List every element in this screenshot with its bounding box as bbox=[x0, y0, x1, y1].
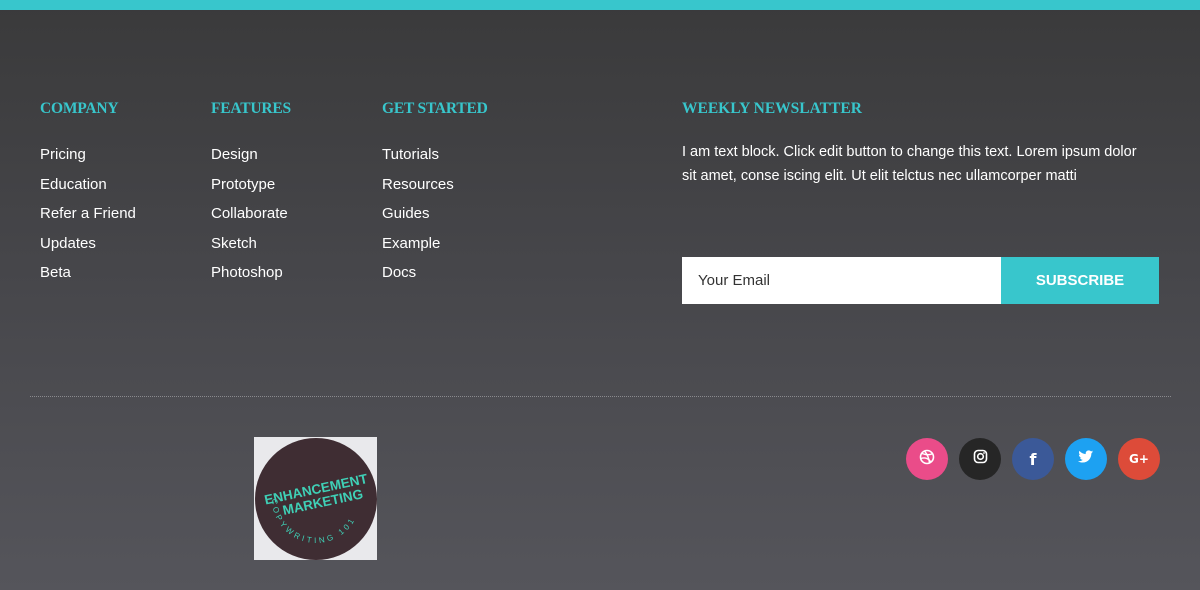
instagram-icon bbox=[973, 449, 988, 469]
enhancement-marketing-logo[interactable]: ENHANCEMENT MARKETING COPYWRITING 101 bbox=[254, 437, 377, 560]
footer-link-photoshop[interactable]: Photoshop bbox=[211, 258, 291, 288]
footer-link-collaborate[interactable]: Collaborate bbox=[211, 199, 291, 229]
column-title-features: FEATURES bbox=[211, 100, 291, 117]
footer-column-get-started: GET STARTED Tutorials Resources Guides E… bbox=[382, 98, 488, 288]
footer-link-example[interactable]: Example bbox=[382, 229, 488, 259]
newsletter-title: WEEKLY NEWSLATTER bbox=[682, 100, 862, 117]
social-instagram-button[interactable] bbox=[959, 438, 1001, 480]
footer-column-features: FEATURES Design Prototype Collaborate Sk… bbox=[211, 98, 291, 288]
subscribe-button[interactable]: SUBSCRIBE bbox=[1001, 257, 1159, 304]
top-accent-bar bbox=[0, 0, 1200, 10]
facebook-icon: f bbox=[1029, 449, 1037, 469]
social-twitter-button[interactable] bbox=[1065, 438, 1107, 480]
email-input[interactable] bbox=[682, 257, 1001, 304]
newsletter-section: WEEKLY NEWSLATTER I am text block. Click… bbox=[682, 98, 1160, 188]
footer-link-beta[interactable]: Beta bbox=[40, 258, 136, 288]
footer-link-prototype[interactable]: Prototype bbox=[211, 170, 291, 200]
footer-link-pricing[interactable]: Pricing bbox=[40, 140, 136, 170]
footer-link-updates[interactable]: Updates bbox=[40, 229, 136, 259]
footer-link-design[interactable]: Design bbox=[211, 140, 291, 170]
social-google-plus-button[interactable]: G+ bbox=[1118, 438, 1160, 480]
footer-link-education[interactable]: Education bbox=[40, 170, 136, 200]
google-plus-icon: G+ bbox=[1129, 452, 1149, 466]
footer-link-guides[interactable]: Guides bbox=[382, 199, 488, 229]
footer-column-company: COMPANY Pricing Education Refer a Friend… bbox=[40, 98, 136, 288]
footer-link-resources[interactable]: Resources bbox=[382, 170, 488, 200]
dribbble-icon bbox=[919, 449, 935, 470]
newsletter-text: I am text block. Click edit button to ch… bbox=[682, 144, 1137, 184]
social-dribbble-button[interactable] bbox=[906, 438, 948, 480]
newsletter-form: SUBSCRIBE bbox=[682, 257, 1159, 304]
footer-link-tutorials[interactable]: Tutorials bbox=[382, 140, 488, 170]
column-title-company: COMPANY bbox=[40, 100, 119, 117]
footer-link-sketch[interactable]: Sketch bbox=[211, 229, 291, 259]
footer-link-docs[interactable]: Docs bbox=[382, 258, 488, 288]
footer-divider bbox=[30, 396, 1171, 397]
column-title-get-started: GET STARTED bbox=[382, 100, 488, 117]
footer-link-refer-a-friend[interactable]: Refer a Friend bbox=[40, 199, 136, 229]
social-facebook-button[interactable]: f bbox=[1012, 438, 1054, 480]
twitter-icon bbox=[1078, 449, 1094, 469]
